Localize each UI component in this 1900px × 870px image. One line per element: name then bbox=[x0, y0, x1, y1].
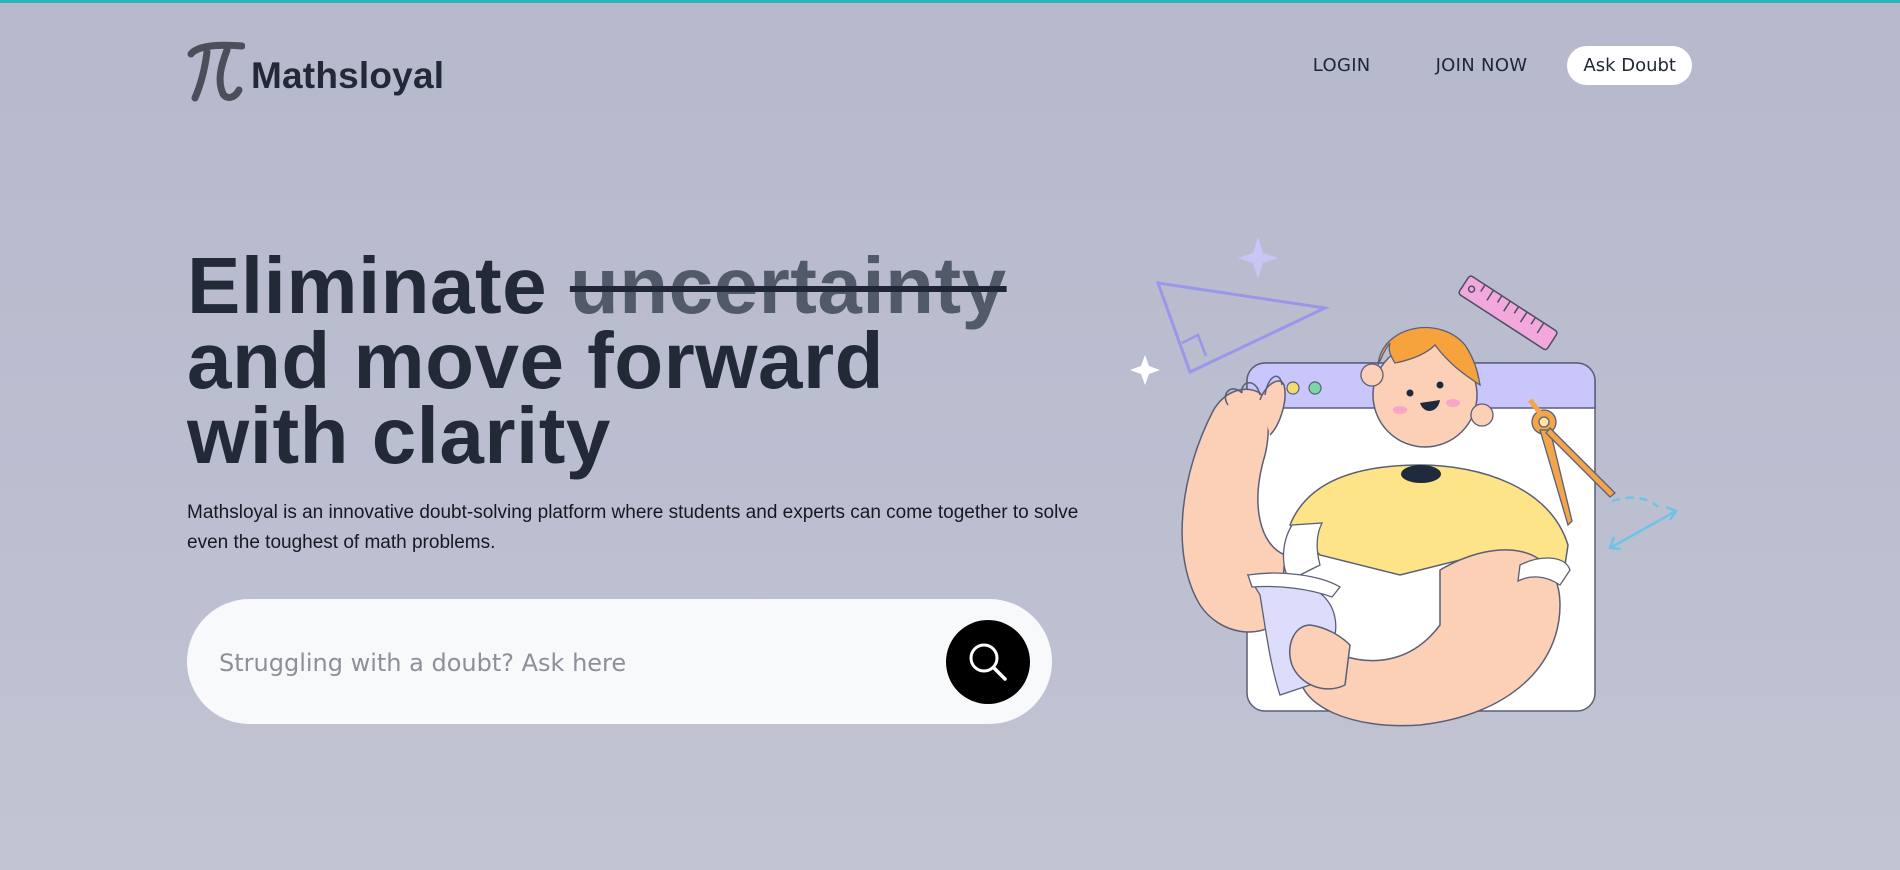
search-icon bbox=[969, 643, 1007, 681]
login-link[interactable]: LOGIN bbox=[1313, 55, 1371, 76]
headline-line-1: Eliminate uncertainty bbox=[187, 246, 1087, 326]
brand-name: Mathsloyal bbox=[251, 55, 445, 96]
ask-doubt-button[interactable]: Ask Doubt bbox=[1567, 46, 1692, 85]
headline-line-2: and move forward bbox=[187, 316, 885, 405]
sparkle-icon bbox=[1238, 237, 1278, 279]
set-square-icon bbox=[1155, 281, 1331, 375]
hero-description: Mathsloyal is an innovative doubt-solvin… bbox=[187, 502, 1079, 553]
site-header: Mathsloyal LOGIN JOIN NOW Ask Doubt bbox=[187, 38, 1692, 104]
hero-headline: Eliminate uncertainty and move forward w… bbox=[187, 246, 1087, 480]
brand-logo[interactable]: Mathsloyal bbox=[187, 38, 444, 104]
top-accent-bar bbox=[0, 0, 1900, 3]
pi-icon bbox=[187, 41, 245, 102]
search-button[interactable] bbox=[946, 620, 1030, 704]
arc-arrow-icon bbox=[1611, 496, 1659, 508]
join-now-link[interactable]: JOIN NOW bbox=[1436, 55, 1528, 76]
headline-line-3: with clarity bbox=[187, 391, 611, 480]
doubt-search-input[interactable] bbox=[217, 599, 921, 726]
student-with-math-tools-illustration bbox=[1130, 237, 1678, 727]
ruler-icon bbox=[1458, 275, 1558, 351]
doubt-search-bar bbox=[187, 599, 1052, 726]
main-nav: LOGIN JOIN NOW Ask Doubt bbox=[1313, 46, 1692, 85]
sparkle-icon bbox=[1130, 355, 1160, 385]
